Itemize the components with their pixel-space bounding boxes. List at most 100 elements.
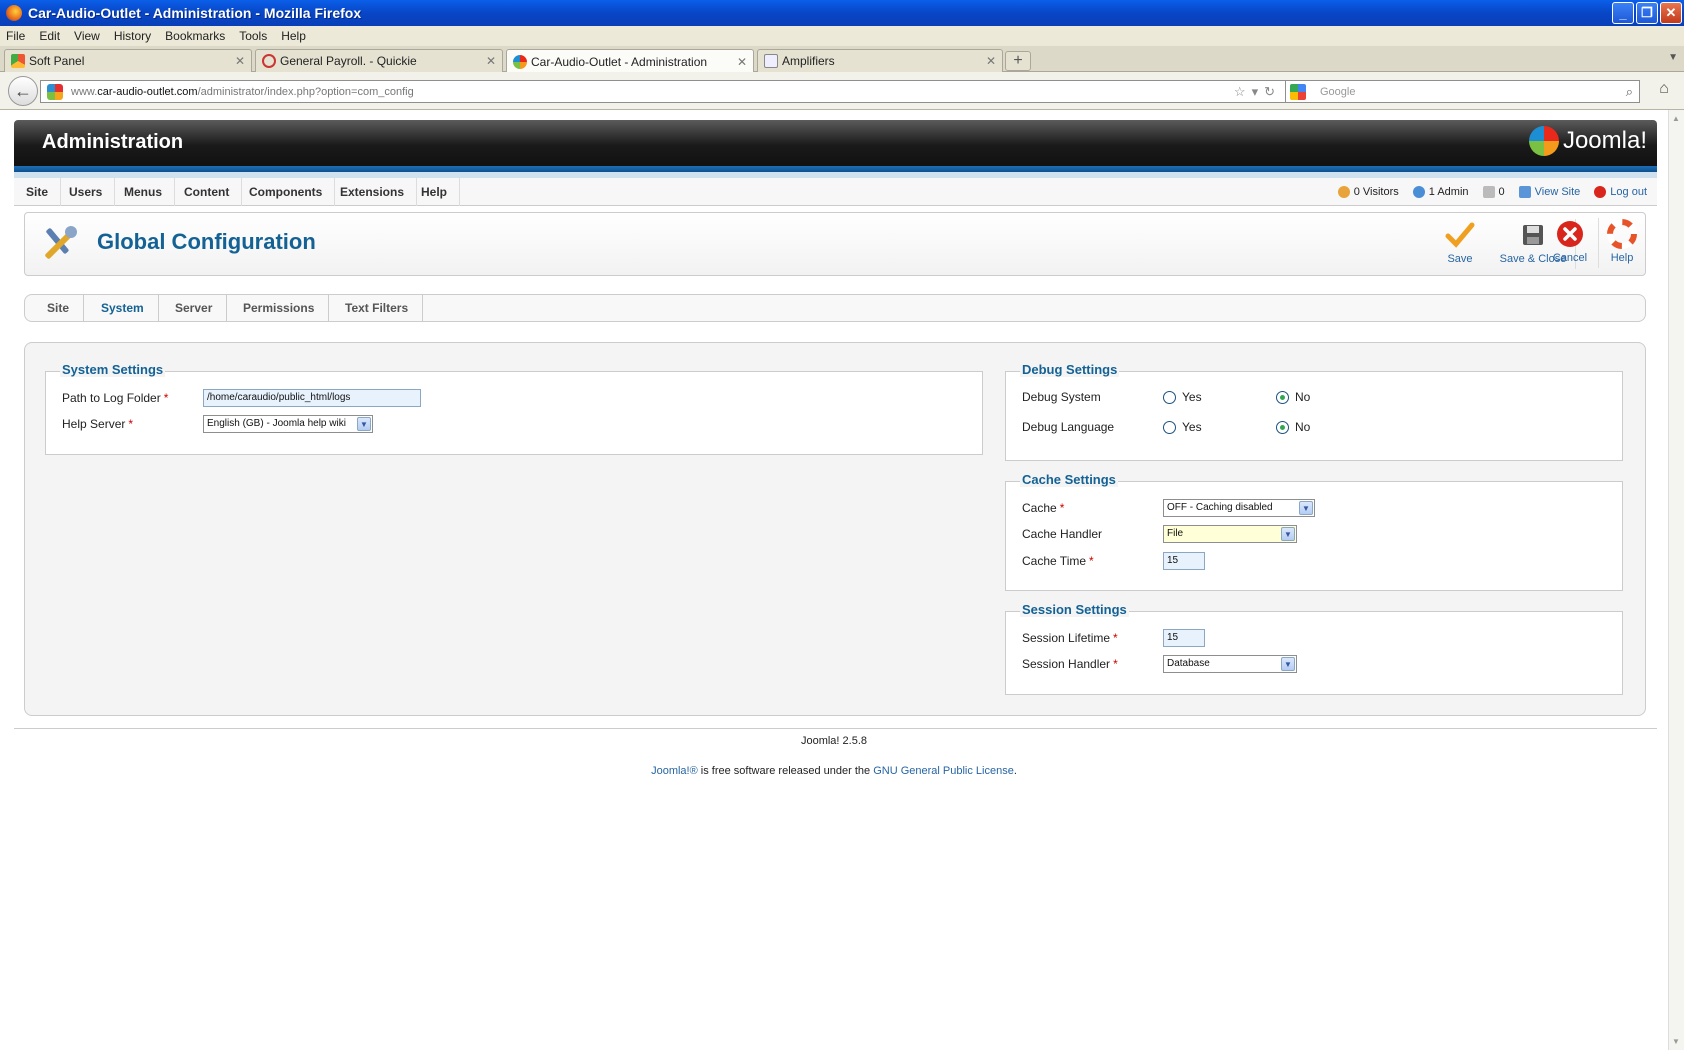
close-tab-icon[interactable]: ✕: [737, 55, 747, 69]
close-window-button[interactable]: ✕: [1660, 2, 1682, 24]
search-bar[interactable]: Google ⌕: [1285, 80, 1640, 103]
messages-status[interactable]: 0: [1482, 186, 1505, 198]
debug-system-yes-radio[interactable]: Yes: [1163, 390, 1202, 404]
monitor-icon: [1518, 186, 1531, 198]
menu-help[interactable]: Help: [281, 29, 306, 43]
save-button[interactable]: Save: [1430, 219, 1490, 271]
tab-list-chevron-icon[interactable]: ▼: [1668, 52, 1678, 63]
page-title: Global Configuration: [97, 229, 316, 254]
session-handler-select[interactable]: Database ▼: [1163, 655, 1297, 673]
search-icon[interactable]: ⌕: [1626, 84, 1633, 100]
admin-header: Administration Joomla!: [14, 120, 1657, 166]
system-settings-fieldset: System Settings Path to Log Folder * /hom…: [45, 362, 983, 455]
debug-language-label: Debug Language: [1022, 420, 1115, 434]
cache-settings-legend: Cache Settings: [1020, 472, 1118, 487]
new-tab-button[interactable]: +: [1005, 51, 1031, 71]
chevron-down-icon[interactable]: ▼: [1281, 527, 1295, 541]
debug-system-no-radio[interactable]: No: [1276, 390, 1310, 404]
menu-users[interactable]: Users: [57, 178, 116, 206]
cache-label: Cache: [1022, 501, 1057, 515]
toolbar-divider: [1598, 218, 1599, 268]
firefox-icon: [6, 5, 22, 21]
google-icon[interactable]: [1290, 83, 1306, 100]
browser-tab-soft-panel[interactable]: Soft Panel ✕: [4, 49, 252, 72]
admins-status: 1 Admin: [1412, 186, 1469, 198]
close-tab-icon[interactable]: ✕: [486, 54, 496, 68]
tab-permissions[interactable]: Permissions: [229, 295, 330, 321]
visitors-icon: [1337, 186, 1350, 198]
browser-tab-payroll[interactable]: General Payroll. - Quickie ✕: [255, 49, 503, 72]
admin-title: Administration: [42, 131, 184, 153]
session-settings-fieldset: Session Settings Session Lifetime * 15 Se…: [1005, 602, 1623, 695]
cache-settings-fieldset: Cache Settings Cache * OFF - Caching disa…: [1005, 472, 1623, 591]
scroll-down-icon[interactable]: ▼: [1672, 1037, 1680, 1046]
tab-server[interactable]: Server: [161, 295, 228, 321]
site-identity-icon[interactable]: [47, 83, 63, 100]
cache-time-input[interactable]: 15: [1163, 552, 1205, 570]
tab-site[interactable]: Site: [33, 295, 85, 321]
scroll-up-icon[interactable]: ▲: [1672, 114, 1680, 123]
home-button[interactable]: ⌂: [1652, 80, 1676, 103]
cache-handler-select[interactable]: File ▼: [1163, 525, 1297, 543]
session-lifetime-label: Session Lifetime: [1022, 631, 1111, 645]
chevron-down-icon[interactable]: ▼: [357, 417, 371, 431]
debug-language-yes-radio[interactable]: Yes: [1163, 420, 1202, 434]
menu-site[interactable]: Site: [14, 178, 62, 206]
help-server-select[interactable]: English (GB) - Joomla help wiki ▼: [203, 415, 373, 433]
menu-file[interactable]: File: [6, 29, 25, 43]
chevron-down-icon[interactable]: ▼: [1299, 501, 1313, 515]
session-lifetime-input[interactable]: 15: [1163, 629, 1205, 647]
restore-button[interactable]: ❐: [1636, 2, 1658, 24]
page-toolbar: Global Configuration Save Save & Close: [24, 212, 1646, 276]
menu-bookmarks[interactable]: Bookmarks: [165, 29, 225, 43]
menu-history[interactable]: History: [114, 29, 151, 43]
log-path-label: Path to Log Folder: [62, 391, 161, 405]
menu-extensions[interactable]: Extensions: [328, 178, 418, 206]
menu-menus[interactable]: Menus: [112, 178, 176, 206]
admin-user-icon: [1412, 186, 1425, 198]
menu-content[interactable]: Content: [172, 178, 243, 206]
debug-settings-fieldset: Debug Settings Debug System Yes No Debug…: [1005, 362, 1623, 461]
cancel-button[interactable]: Cancel: [1540, 218, 1600, 270]
tab-text-filters[interactable]: Text Filters: [331, 295, 424, 321]
help-server-label: Help Server: [62, 417, 126, 431]
browser-tab-administration[interactable]: Car-Audio-Outlet - Administration ✕: [506, 49, 754, 73]
menu-tools[interactable]: Tools: [239, 29, 267, 43]
joomla-logo: Joomla!: [1528, 126, 1647, 156]
browser-tab-amplifiers[interactable]: Amplifiers ✕: [757, 49, 1003, 72]
window-titlebar: Car-Audio-Outlet - Administration - Mozi…: [0, 0, 1684, 26]
admin-main-menu: Site Users Menus Content Components Exte…: [14, 178, 1657, 206]
checkmark-icon: [1445, 222, 1475, 248]
lifebuoy-icon: [1607, 219, 1637, 249]
minimize-button[interactable]: _: [1612, 2, 1634, 24]
menu-components[interactable]: Components: [237, 178, 336, 206]
menu-view[interactable]: View: [74, 29, 100, 43]
url-bar[interactable]: www. car-audio-outlet.com/administrator/i…: [40, 80, 1290, 103]
log-path-input[interactable]: /home/caraudio/public_html/logs: [203, 389, 421, 407]
bookmark-star-icon[interactable]: ☆▾↻: [1234, 84, 1281, 100]
close-tab-icon[interactable]: ✕: [235, 54, 245, 68]
navigation-toolbar: ← www. car-audio-outlet.com/administrator…: [0, 72, 1684, 110]
url-prefix: www.: [71, 85, 98, 98]
cache-time-label: Cache Time: [1022, 554, 1087, 568]
view-site-link[interactable]: View Site: [1518, 186, 1580, 198]
debug-language-no-radio[interactable]: No: [1276, 420, 1310, 434]
tools-icon: [45, 226, 77, 259]
tab-system[interactable]: System: [87, 295, 159, 321]
menubar: File Edit View History Bookmarks Tools H…: [0, 26, 1684, 46]
chevron-down-icon[interactable]: ▼: [1281, 657, 1295, 671]
messages-icon: [1482, 186, 1495, 198]
gpl-link[interactable]: GNU General Public License: [873, 765, 1014, 777]
vertical-scrollbar[interactable]: ▲ ▼: [1668, 110, 1684, 1050]
logout-link[interactable]: Log out: [1594, 186, 1647, 198]
cache-select[interactable]: OFF - Caching disabled ▼: [1163, 499, 1315, 517]
menu-edit[interactable]: Edit: [39, 29, 60, 43]
url-domain: car-audio-outlet.com: [97, 85, 198, 98]
joomla-link[interactable]: Joomla!®: [651, 765, 698, 777]
window-title: Car-Audio-Outlet - Administration - Mozi…: [28, 5, 362, 21]
back-button[interactable]: ←: [8, 76, 38, 106]
close-tab-icon[interactable]: ✕: [986, 54, 996, 68]
help-button[interactable]: Help: [1600, 218, 1644, 270]
menu-help[interactable]: Help: [409, 178, 461, 206]
debug-system-label: Debug System: [1022, 390, 1101, 404]
